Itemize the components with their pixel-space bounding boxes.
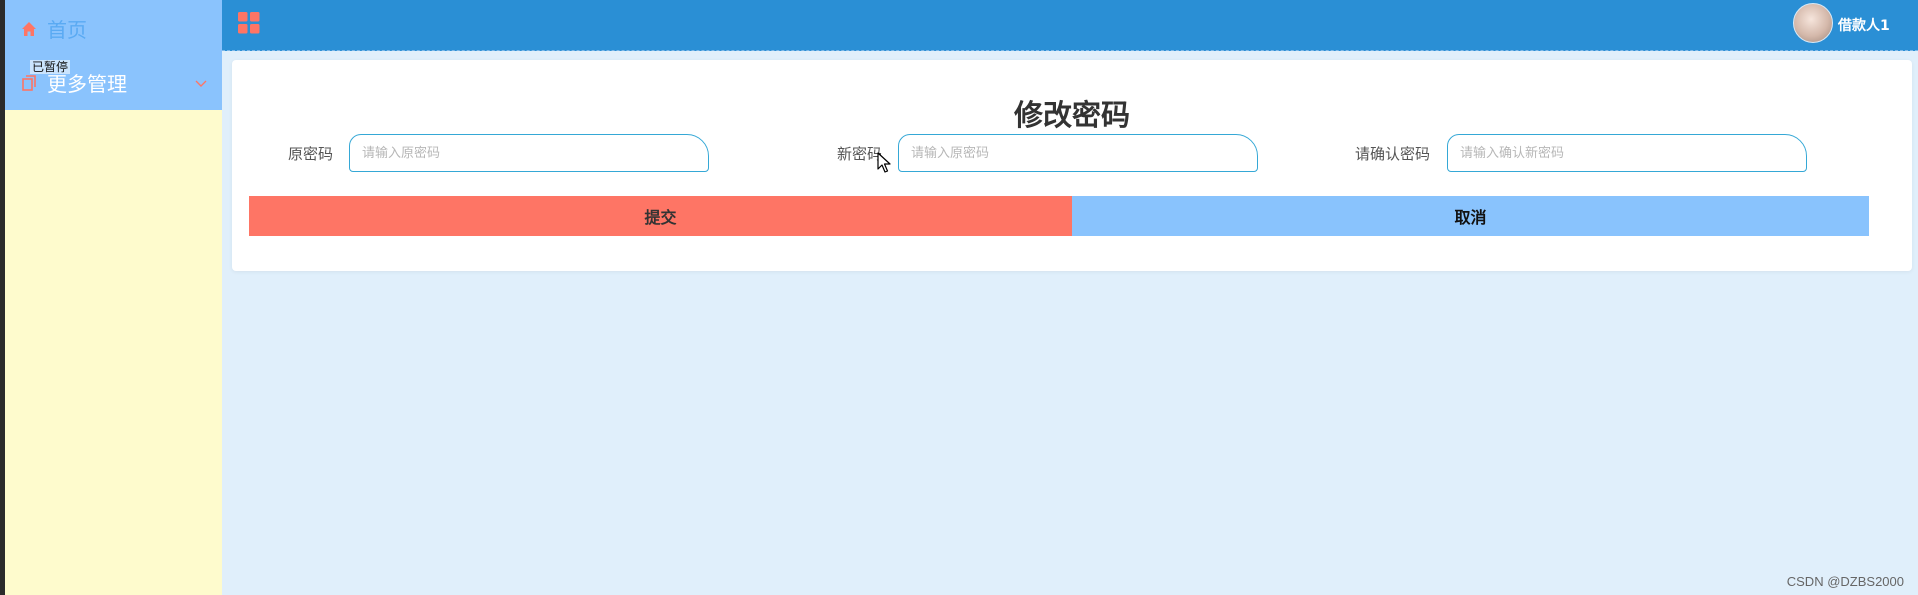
confirm-password-input[interactable]	[1447, 134, 1807, 172]
sidebar-item-home[interactable]: 首页	[21, 14, 87, 43]
mouse-cursor-icon	[877, 152, 891, 174]
document-icon	[21, 74, 37, 91]
change-password-form: 修改密码 原密码 新密码 请确认密码 提交 取消	[232, 60, 1912, 271]
chevron-down-icon[interactable]	[193, 75, 209, 91]
sidebar: 首页 更多管理 已暂停	[5, 0, 222, 595]
confirm-password-label: 请确认密码	[1355, 145, 1431, 163]
sidebar-menu: 首页 更多管理 已暂停	[5, 0, 222, 110]
grid-icon[interactable]	[238, 12, 260, 34]
watermark: CSDN @DZBS2000	[1786, 574, 1904, 589]
username[interactable]: 借款人1	[1838, 15, 1890, 35]
new-password-label: 新密码	[837, 145, 883, 163]
header-bar: 借款人1	[222, 0, 1918, 51]
avatar[interactable]	[1793, 3, 1833, 43]
new-password-input[interactable]	[898, 134, 1258, 172]
paused-tooltip: 已暂停	[30, 60, 71, 74]
sidebar-item-label: 首页	[47, 18, 87, 42]
submit-button[interactable]: 提交	[249, 196, 1072, 236]
home-icon	[21, 21, 37, 37]
old-password-label: 原密码	[288, 145, 334, 163]
cancel-button[interactable]: 取消	[1072, 196, 1869, 236]
old-password-input[interactable]	[349, 134, 709, 172]
page-title: 修改密码	[1013, 98, 1130, 132]
